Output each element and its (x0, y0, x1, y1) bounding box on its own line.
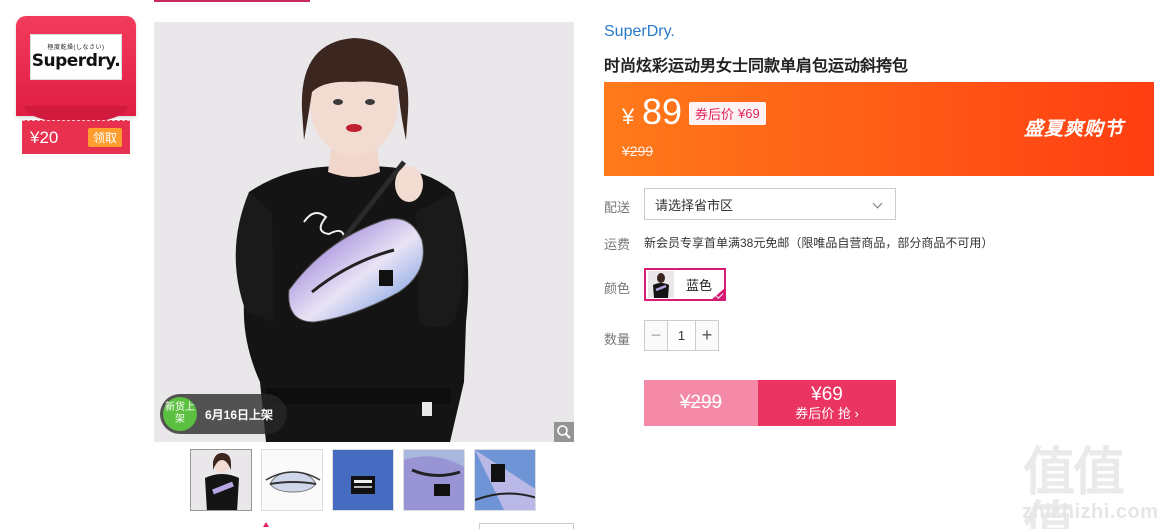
original-price: ¥299 (622, 143, 654, 159)
thumbnail[interactable] (474, 449, 536, 511)
thumbnail[interactable] (261, 449, 323, 511)
logo-wordmark: Superdry. (31, 50, 121, 71)
watermark-text: zhizhizhi.com (1022, 501, 1159, 523)
thumbnail-strip (190, 449, 536, 511)
quantity-increment-button[interactable]: + (696, 321, 718, 350)
thumbnail[interactable] (190, 449, 252, 511)
currency-symbol: ¥ (622, 104, 635, 129)
thumbnail[interactable] (332, 449, 394, 511)
color-swatch-image (648, 271, 674, 298)
claim-coupon-button[interactable]: 领取 (87, 128, 122, 147)
shipping-info: 新会员专享首单满38元免邮（限唯品自营商品，部分商品不可用） (644, 236, 994, 250)
after-coupon-tag: 券后价 ¥69 (689, 102, 766, 125)
zoom-icon[interactable] (554, 422, 574, 442)
after-coupon-value: ¥69 (738, 106, 760, 121)
model-photo (154, 22, 574, 442)
color-option-label: 蓝色 (686, 278, 713, 293)
after-coupon-label: 券后价 (695, 107, 735, 122)
buy-price: ¥69 (811, 383, 843, 405)
delivery-label: 配送 (604, 200, 631, 215)
main-product-image[interactable]: 新货上架 6月16日上架 (154, 22, 574, 442)
buy-subtitle: 券后价 抢 › (795, 405, 859, 421)
chevron-down-icon (872, 198, 883, 209)
price-banner: ¥ 89 券后价 ¥69 ¥299 盛夏爽购节 (604, 82, 1154, 176)
quantity-label: 数量 (604, 332, 631, 347)
region-select-placeholder: 请选择省市区 (655, 197, 734, 213)
launch-date-text: 6月16日上架 (205, 407, 274, 422)
coupon-footer: ¥20 领取 (22, 120, 130, 154)
top-accent-bar (154, 0, 310, 2)
coupon-header: 極度乾燥(しなさい) Superdry. (16, 16, 136, 126)
product-title: 时尚炫彩运动男女士同款单肩包运动斜挎包 (604, 58, 909, 75)
region-select[interactable]: 请选择省市区 (644, 188, 896, 220)
brand-link[interactable]: SuperDry. (604, 23, 675, 41)
selected-check-icon (710, 287, 726, 301)
color-label: 颜色 (604, 281, 631, 296)
color-option-blue[interactable]: 蓝色 (644, 268, 726, 301)
new-arrival-badge: 新货上架 6月16日上架 (160, 394, 288, 434)
quantity-stepper: − 1 + (644, 320, 719, 351)
current-price: 89 (642, 91, 683, 132)
new-arrival-circle: 新货上架 (163, 397, 197, 431)
partial-control (479, 523, 574, 529)
store-coupon-card[interactable]: 極度乾燥(しなさい) Superdry. ¥20 领取 (16, 16, 136, 154)
original-price-button[interactable]: ¥299 (644, 380, 758, 426)
shipping-label: 运费 (604, 237, 631, 252)
brand-logo: 極度乾燥(しなさい) Superdry. (30, 34, 122, 80)
thumbnail[interactable] (403, 449, 465, 511)
quantity-input[interactable]: 1 (667, 321, 696, 350)
buy-with-coupon-button[interactable]: ¥69 券后价 抢 › (758, 380, 896, 426)
coupon-amount: ¥20 (30, 127, 59, 147)
promo-event-label: 盛夏爽购节 (1023, 119, 1124, 140)
indicator-arrow-icon (263, 522, 269, 527)
quantity-decrement-button[interactable]: − (645, 321, 667, 350)
